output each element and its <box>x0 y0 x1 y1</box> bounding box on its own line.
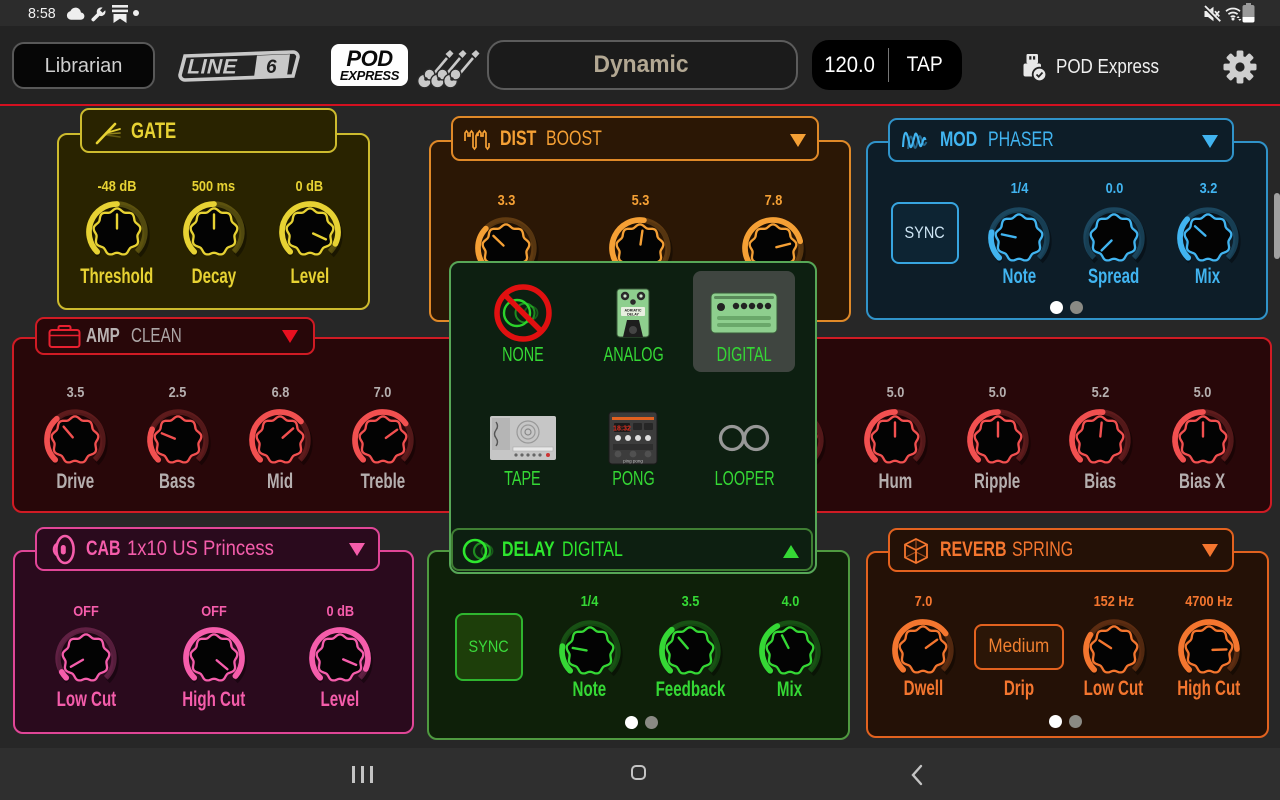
svg-text:DELAY: DELAY <box>627 313 639 317</box>
svg-text:18:32: 18:32 <box>613 426 631 433</box>
svg-text:LINE: LINE <box>187 56 238 79</box>
svg-text:6: 6 <box>266 57 277 78</box>
